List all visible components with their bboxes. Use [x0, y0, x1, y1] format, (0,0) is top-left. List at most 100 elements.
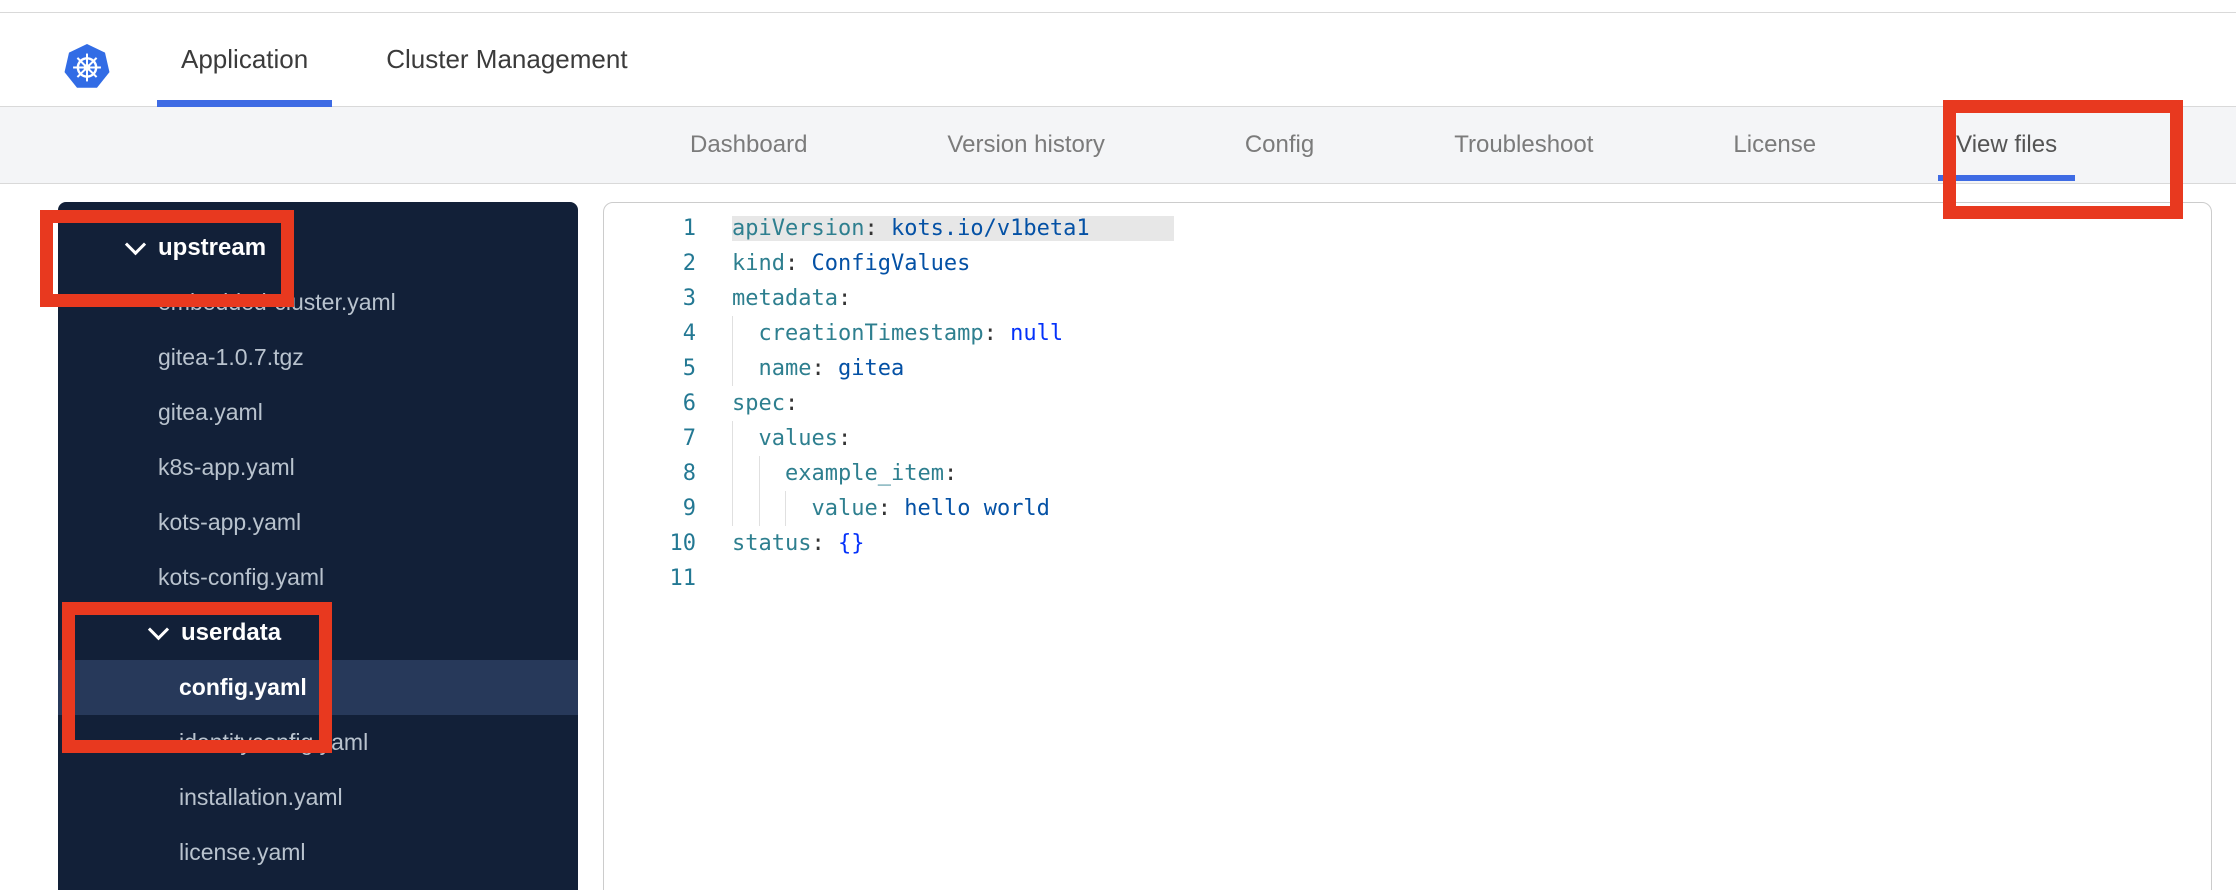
code-line: 2 kind: ConfigValues	[604, 246, 2211, 281]
code-line-content: apiVersion: kots.io/v1beta1	[706, 211, 2211, 246]
file-tree-row-kots-config.yaml[interactable]: kots-config.yaml	[58, 550, 578, 605]
yaml-token-colon: :	[877, 496, 891, 521]
line-number: 8	[682, 461, 696, 486]
code-line-content	[706, 561, 2211, 596]
code-line: 4 creationTimestamp: null	[604, 316, 2211, 351]
yaml-token-kw: null	[996, 321, 1064, 346]
file-tree-row-license.yaml[interactable]: license.yaml	[58, 825, 578, 880]
code-line: 3 metadata:	[604, 281, 2211, 316]
indent-guide	[732, 491, 759, 526]
subnav-item-label: View files	[1956, 131, 2058, 158]
subnav-item-troubleshoot[interactable]: Troubleshoot	[1454, 107, 1593, 183]
subnav-item-config[interactable]: Config	[1245, 107, 1314, 183]
file-tree-label: kots-app.yaml	[158, 509, 302, 535]
subnav-item-label: Dashboard	[690, 131, 808, 158]
subnav-item-version-history[interactable]: Version history	[947, 107, 1104, 183]
yaml-token-key: apiVersion	[732, 216, 865, 241]
code-line: 11	[604, 561, 2211, 596]
code-line-content: kind: ConfigValues	[706, 246, 2211, 281]
line-number: 10	[669, 531, 697, 556]
code-line-content: values:	[706, 421, 2211, 456]
yaml-token-key: name	[758, 356, 812, 381]
file-tree-row-kots-app.yaml[interactable]: kots-app.yaml	[58, 495, 578, 550]
file-tree-row-identityconfig.yaml[interactable]: identityconfig.yaml	[58, 715, 578, 770]
kubernetes-logo-icon	[63, 43, 111, 91]
file-tree-row-k8s-app.yaml[interactable]: k8s-app.yaml	[58, 440, 578, 495]
chevron-down-icon	[124, 234, 147, 256]
yaml-token-key: values	[758, 426, 838, 451]
file-tree-row-upstream[interactable]: upstream	[58, 220, 578, 275]
file-tree-label: gitea.yaml	[158, 399, 263, 425]
yaml-token-colon: :	[784, 391, 799, 416]
file-tree-row-gitea.yaml[interactable]: gitea.yaml	[58, 385, 578, 440]
file-tree-sidebar: upstream embedded-cluster.yaml gitea-1.0…	[58, 202, 578, 890]
code-line-content: name: gitea	[706, 351, 2211, 386]
file-tree-label: gitea-1.0.7.tgz	[158, 344, 304, 370]
indent-guide	[732, 351, 759, 386]
line-number: 6	[682, 391, 696, 416]
code-line: 10 status: {}	[604, 526, 2211, 561]
yaml-token-colon: :	[837, 286, 852, 311]
yaml-token-colon: :	[811, 531, 825, 556]
indent-guide	[758, 491, 786, 526]
code-line: 8 example_item:	[604, 456, 2211, 491]
header-tab-application[interactable]: Application	[157, 13, 333, 107]
code-editor[interactable]: 1 apiVersion: kots.io/v1beta1 2 kind: Co…	[603, 202, 2212, 890]
yaml-token-colon: :	[811, 356, 825, 381]
code-line: 7 values:	[604, 421, 2211, 456]
app-subnav: Dashboard Version history Config Trouble…	[0, 107, 2236, 184]
header-tab-bar: Application Cluster Management	[157, 13, 652, 107]
file-tree-label: k8s-app.yaml	[158, 454, 295, 480]
indent-guide	[732, 316, 759, 351]
subnav-item-view-files[interactable]: View files	[1938, 107, 2076, 183]
file-tree-label: embedded-cluster.yaml	[158, 289, 396, 315]
header-tab-label: Application	[181, 44, 309, 74]
header-tab-label: Cluster Management	[386, 44, 628, 74]
code-line: 5 name: gitea	[604, 351, 2211, 386]
indent-guide	[732, 421, 759, 456]
yaml-token-kw: {}	[824, 531, 865, 556]
code-line: 6 spec:	[604, 386, 2211, 421]
header-tab-cluster-management[interactable]: Cluster Management	[362, 13, 651, 106]
file-tree-row-embedded-cluster.yaml[interactable]: embedded-cluster.yaml	[58, 275, 578, 330]
file-tree-label: kots-config.yaml	[158, 564, 325, 590]
code-line-content: spec:	[706, 386, 2211, 421]
line-number: 1	[682, 216, 696, 241]
subnav-item-label: Troubleshoot	[1454, 131, 1594, 158]
file-tree-label: license.yaml	[179, 839, 306, 865]
file-tree-label: installation.yaml	[179, 784, 343, 810]
subnav-item-label: Version history	[947, 131, 1105, 158]
yaml-token-key: example_item	[785, 461, 944, 486]
file-tree-row-gitea-1.0.7.tgz[interactable]: gitea-1.0.7.tgz	[58, 330, 578, 385]
subnav-item-label: Config	[1244, 131, 1315, 158]
chevron-down-icon	[147, 619, 170, 641]
indent-guide	[785, 491, 812, 526]
line-number: 11	[669, 566, 697, 591]
subnav-item-label: License	[1733, 131, 1817, 158]
code-line-content: value: hello world	[706, 491, 2211, 526]
line-number: 9	[682, 496, 696, 521]
yaml-token-colon: :	[943, 461, 958, 486]
indent-guide	[758, 456, 786, 491]
subnav-item-license[interactable]: License	[1733, 107, 1816, 183]
code-line-content: status: {}	[706, 526, 2211, 561]
file-tree-row-userdata[interactable]: userdata	[58, 605, 578, 660]
yaml-token-key: kind	[732, 251, 785, 276]
yaml-token-colon: :	[837, 426, 852, 451]
code-line-content: example_item:	[706, 456, 2211, 491]
file-tree-label: identityconfig.yaml	[179, 729, 369, 755]
file-tree-row-installation.yaml[interactable]: installation.yaml	[58, 770, 578, 825]
yaml-token-key: status	[732, 531, 812, 556]
code-line: 1 apiVersion: kots.io/v1beta1	[604, 211, 2211, 246]
file-tree-label: config.yaml	[179, 674, 307, 700]
yaml-token-key: metadata	[732, 286, 838, 311]
yaml-token-colon: :	[864, 216, 878, 241]
app-header: Application Cluster Management	[0, 13, 2236, 107]
yaml-token-str: kots.io/v1beta1	[877, 216, 1090, 241]
line-number: 5	[682, 356, 696, 381]
subnav-item-dashboard[interactable]: Dashboard	[690, 107, 807, 183]
code-line-content: metadata:	[706, 281, 2211, 316]
yaml-token-str: ConfigValues	[798, 251, 971, 276]
file-tree-row-config.yaml[interactable]: config.yaml	[58, 660, 578, 715]
indent-guide	[732, 456, 759, 491]
